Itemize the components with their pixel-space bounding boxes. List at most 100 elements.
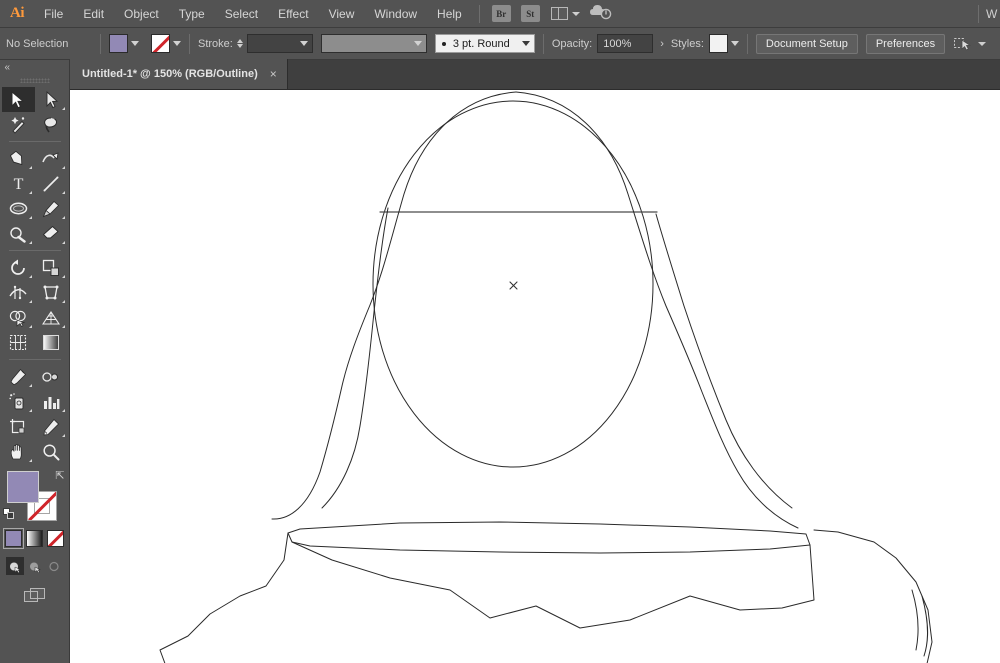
artboard-canvas[interactable] — [70, 90, 1000, 663]
draw-inside-button[interactable] — [46, 557, 64, 575]
chevron-down-icon[interactable] — [730, 41, 739, 46]
veil-inner-left — [321, 207, 389, 509]
paintbrush-tool[interactable] — [35, 196, 68, 221]
workspace-switcher[interactable]: W — [986, 7, 1000, 21]
shaper-tool[interactable] — [2, 221, 35, 246]
slice-tool[interactable] — [35, 414, 68, 439]
cloud-sync-icon[interactable] — [589, 4, 612, 24]
chevron-down-icon[interactable] — [978, 41, 987, 46]
tools-panel: « T ⇱ — [0, 60, 70, 663]
chevron-down-icon — [571, 11, 580, 16]
draw-normal-button[interactable] — [5, 557, 24, 575]
stroke-weight-dropdown[interactable] — [246, 34, 313, 53]
rotate-tool[interactable] — [2, 255, 35, 280]
opacity-label: Opacity: — [551, 37, 593, 50]
symbol-sprayer-tool[interactable] — [2, 389, 35, 414]
veil-left-path — [271, 91, 517, 520]
pen-tool[interactable] — [2, 146, 35, 171]
chevron-down-icon[interactable] — [131, 41, 139, 46]
brush-preview-icon — [441, 41, 446, 46]
graphic-style-swatch[interactable] — [708, 34, 728, 53]
menu-view[interactable]: View — [319, 0, 365, 28]
fill-swatch[interactable] — [109, 34, 128, 53]
gradient-tool[interactable] — [35, 330, 68, 355]
skirt-edge-detail-2 — [921, 595, 929, 657]
perspective-grid-tool[interactable] — [35, 305, 68, 330]
color-button[interactable] — [3, 528, 24, 549]
column-graph-tool[interactable] — [35, 389, 68, 414]
stroke-color-control[interactable] — [151, 34, 181, 53]
brush-definition-dropdown[interactable]: 3 pt. Round — [434, 34, 535, 53]
eraser-tool[interactable] — [35, 221, 68, 246]
tools-group-2: T — [2, 146, 68, 246]
direct-selection-tool[interactable] — [35, 87, 68, 112]
line-segment-tool[interactable] — [35, 171, 68, 196]
lasso-tool[interactable] — [35, 112, 68, 137]
close-icon[interactable]: × — [270, 68, 277, 80]
selection-status: No Selection — [6, 37, 69, 50]
head-ellipse — [372, 100, 654, 468]
tools-group-1 — [1, 87, 68, 137]
veil-right-path — [515, 91, 799, 529]
artboard-tool[interactable] — [2, 414, 35, 439]
opacity-input[interactable]: 100% — [597, 34, 654, 53]
menu-help[interactable]: Help — [427, 0, 472, 28]
tools-group-4 — [2, 364, 68, 464]
tool-flyout-indicator — [29, 166, 32, 169]
workspace-divider — [978, 4, 979, 23]
graphic-style-control[interactable] — [708, 34, 739, 53]
width-tool[interactable] — [2, 280, 35, 305]
fill-color-swatch[interactable] — [6, 471, 39, 503]
scale-tool[interactable] — [35, 255, 68, 280]
preferences-button[interactable]: Preferences — [865, 33, 946, 54]
align-objects-control[interactable] — [954, 36, 987, 52]
menu-effect[interactable]: Effect — [268, 0, 318, 28]
eyedropper-tool[interactable] — [2, 364, 35, 389]
chevron-down-icon[interactable] — [173, 41, 181, 46]
blend-tool[interactable] — [35, 364, 68, 389]
opacity-options-chevron[interactable]: › — [653, 38, 671, 50]
menu-type[interactable]: Type — [169, 0, 215, 28]
hand-tool[interactable] — [2, 439, 35, 464]
arrange-documents-icon[interactable] — [550, 7, 580, 20]
bridge-icon[interactable]: Br — [491, 5, 511, 22]
svg-text:T: T — [13, 176, 23, 192]
tools-group-3 — [2, 255, 68, 355]
curvature-tool[interactable] — [35, 146, 68, 171]
draw-behind-button[interactable] — [26, 557, 44, 575]
mesh-tool[interactable] — [2, 330, 35, 355]
panel-drag-handle[interactable] — [19, 78, 50, 83]
tool-flyout-indicator — [62, 107, 65, 110]
swap-fill-stroke-icon[interactable]: ⇱ — [55, 469, 64, 482]
menu-window[interactable]: Window — [364, 0, 427, 28]
none-button[interactable] — [47, 530, 64, 547]
menu-object[interactable]: Object — [114, 0, 169, 28]
stroke-weight-stepper[interactable] — [236, 39, 243, 48]
change-screen-mode-button[interactable] — [23, 587, 46, 609]
type-tool[interactable]: T — [2, 171, 35, 196]
stock-icon[interactable]: St — [520, 5, 540, 22]
tool-flyout-indicator — [62, 166, 65, 169]
ellipse-tool[interactable] — [2, 196, 35, 221]
stroke-swatch-none[interactable] — [151, 34, 170, 53]
free-transform-tool[interactable] — [35, 280, 68, 305]
tool-flyout-indicator — [29, 325, 32, 328]
styles-label: Styles: — [670, 37, 704, 50]
menu-file[interactable]: File — [34, 0, 73, 28]
tools-divider-2 — [8, 250, 61, 251]
magic-wand-tool[interactable] — [2, 112, 35, 137]
default-fill-stroke-icon[interactable] — [2, 508, 14, 519]
zoom-tool[interactable] — [35, 439, 68, 464]
selection-tool[interactable] — [1, 87, 35, 112]
collapse-panel-icon[interactable]: « — [5, 62, 10, 73]
document-tab[interactable]: Untitled-1* @ 150% (RGB/Outline) × — [70, 59, 288, 89]
tool-flyout-indicator — [29, 300, 32, 303]
menu-select[interactable]: Select — [215, 0, 268, 28]
menu-edit[interactable]: Edit — [73, 0, 114, 28]
document-setup-button[interactable]: Document Setup — [755, 33, 858, 54]
fill-color-control[interactable] — [109, 34, 139, 53]
document-tab-bar: Untitled-1* @ 150% (RGB/Outline) × — [70, 59, 1000, 90]
gradient-button[interactable] — [26, 530, 43, 547]
shape-builder-tool[interactable] — [2, 305, 35, 330]
variable-width-profile-dropdown[interactable] — [320, 34, 427, 53]
